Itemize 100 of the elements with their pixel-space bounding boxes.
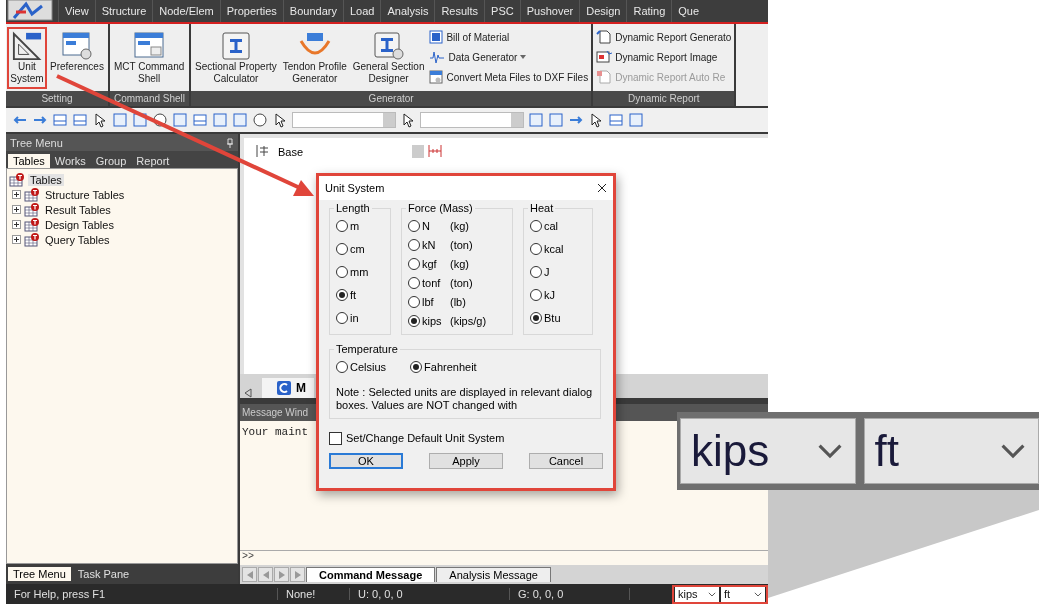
radio-label[interactable]: N xyxy=(422,220,448,232)
menu-item[interactable]: Rating xyxy=(626,0,672,22)
layer-select[interactable]: Base xyxy=(274,144,424,159)
radio-button[interactable] xyxy=(408,277,420,289)
frame-icon[interactable] xyxy=(52,112,68,128)
select-field[interactable] xyxy=(420,112,524,128)
cursor-icon[interactable] xyxy=(400,112,416,128)
ribbon-button[interactable]: Convert Meta Files to DXF Files xyxy=(429,69,589,85)
radio-label[interactable]: Fahrenheit xyxy=(424,361,477,373)
ribbon-button[interactable]: Sectional Property Calculator xyxy=(192,27,280,89)
menu-item[interactable]: Design xyxy=(579,0,627,22)
menu-item[interactable]: Node/Elem xyxy=(152,0,220,22)
radio-label[interactable]: J xyxy=(544,266,550,278)
ribbon-button[interactable]: MCT Command Shell xyxy=(110,27,188,89)
radio-label[interactable]: tonf xyxy=(422,277,448,289)
pin-icon[interactable] xyxy=(226,137,234,148)
radio-button[interactable] xyxy=(408,315,420,327)
radio-label[interactable]: cal xyxy=(544,220,559,232)
cursor-icon[interactable] xyxy=(272,112,288,128)
radio-label[interactable]: in xyxy=(350,312,359,324)
ribbon-button[interactable]: Tendon Profile Generator xyxy=(279,27,350,89)
cursor-icon[interactable] xyxy=(588,112,604,128)
scroll-left-icon[interactable] xyxy=(244,388,252,398)
menu-item[interactable]: Analysis xyxy=(380,0,435,22)
radio-label[interactable]: kcal xyxy=(544,243,564,255)
radio-button[interactable] xyxy=(336,220,348,232)
checkbox[interactable] xyxy=(329,431,342,445)
ribbon-button[interactable]: Bill of Material xyxy=(429,29,589,45)
ribbon-button[interactable]: Data Generator xyxy=(429,49,589,65)
radio-button[interactable] xyxy=(530,312,542,324)
radio-button[interactable] xyxy=(530,266,542,278)
radio-button[interactable] xyxy=(530,289,542,301)
tab[interactable]: Report xyxy=(131,154,175,168)
radio-button[interactable] xyxy=(336,289,348,301)
tab[interactable]: Command Message xyxy=(306,567,436,582)
radio-label[interactable]: Celsius xyxy=(350,361,387,373)
radio-label[interactable]: kips xyxy=(422,315,448,327)
menu-item[interactable]: Results xyxy=(434,0,485,22)
select-field[interactable] xyxy=(292,112,396,128)
radio-label[interactable]: cm xyxy=(350,243,365,255)
app-logo-icon[interactable] xyxy=(6,0,54,22)
menu-item[interactable]: Pushover xyxy=(519,0,580,22)
radio-label[interactable]: mm xyxy=(350,266,369,278)
unit-select[interactable]: ft xyxy=(721,586,765,602)
radio-label[interactable]: lbf xyxy=(422,296,448,308)
radio-button[interactable] xyxy=(336,243,348,255)
close-icon[interactable] xyxy=(597,183,607,193)
tab[interactable]: Tables xyxy=(8,154,50,168)
dialog-button[interactable]: OK xyxy=(329,453,403,469)
dialog-button[interactable]: Cancel xyxy=(529,453,603,469)
document-tab[interactable]: M xyxy=(262,378,314,398)
ribbon-button[interactable]: Dynamic Report Generato xyxy=(596,29,732,45)
ribbon-button[interactable]: General Section Designer xyxy=(349,27,428,89)
tree-item[interactable]: Structure Tables xyxy=(43,188,127,201)
tree-item[interactable]: Query Tables xyxy=(43,233,112,246)
ribbon-button[interactable]: Preferences xyxy=(47,27,107,89)
frame-icon[interactable] xyxy=(192,112,208,128)
radio-label[interactable]: kJ xyxy=(544,289,555,301)
menu-item[interactable]: Que xyxy=(671,0,706,22)
tab[interactable]: Group xyxy=(90,154,132,168)
expand-icon[interactable] xyxy=(12,235,21,244)
radio-button[interactable] xyxy=(408,220,420,232)
radio-button[interactable] xyxy=(530,243,542,255)
expand-icon[interactable] xyxy=(12,190,21,199)
cursor-icon[interactable] xyxy=(92,112,108,128)
dialog-button[interactable]: Apply xyxy=(429,453,503,469)
menu-item[interactable]: View xyxy=(58,0,95,22)
radio-button[interactable] xyxy=(408,258,420,270)
circle-icon[interactable] xyxy=(252,112,268,128)
radio-label[interactable]: ft xyxy=(350,289,357,301)
radio-label[interactable]: kN xyxy=(422,239,448,251)
tab[interactable]: Analysis Message xyxy=(436,567,551,582)
ribbon-button[interactable]: Dynamic Report Image xyxy=(596,49,732,65)
unit-select[interactable]: kips xyxy=(675,586,719,602)
expand-icon[interactable] xyxy=(12,205,21,214)
tab[interactable]: Works xyxy=(49,154,91,168)
expand-icon[interactable] xyxy=(12,220,21,229)
radio-button[interactable] xyxy=(336,266,348,278)
radio-button[interactable] xyxy=(530,220,542,232)
checkbox-label[interactable]: Set/Change Default Unit System xyxy=(346,432,505,444)
menu-item[interactable]: Load xyxy=(342,0,381,22)
radio-button[interactable] xyxy=(410,361,423,373)
command-field[interactable]: >> xyxy=(240,550,768,565)
radio-button[interactable] xyxy=(336,312,348,324)
radio-button[interactable] xyxy=(336,361,348,373)
radio-button[interactable] xyxy=(408,239,420,251)
radio-label[interactable]: kgf xyxy=(422,258,448,270)
radio-label[interactable]: Btu xyxy=(544,312,561,324)
menu-item[interactable]: Properties xyxy=(219,0,283,22)
tree-item[interactable]: Design Tables xyxy=(43,218,116,231)
menu-item[interactable]: Structure xyxy=(94,0,153,22)
ribbon-button[interactable]: Unit System xyxy=(7,27,47,89)
menu-item[interactable]: PSC xyxy=(484,0,520,22)
radio-button[interactable] xyxy=(408,296,420,308)
circle-icon[interactable] xyxy=(152,112,168,128)
menu-item[interactable]: Boundary xyxy=(282,0,343,22)
tab[interactable]: Tree Menu xyxy=(8,567,71,581)
tab[interactable]: Task Pane xyxy=(72,567,135,581)
tree-item[interactable]: Result Tables xyxy=(43,203,113,216)
radio-label[interactable]: m xyxy=(350,220,360,232)
